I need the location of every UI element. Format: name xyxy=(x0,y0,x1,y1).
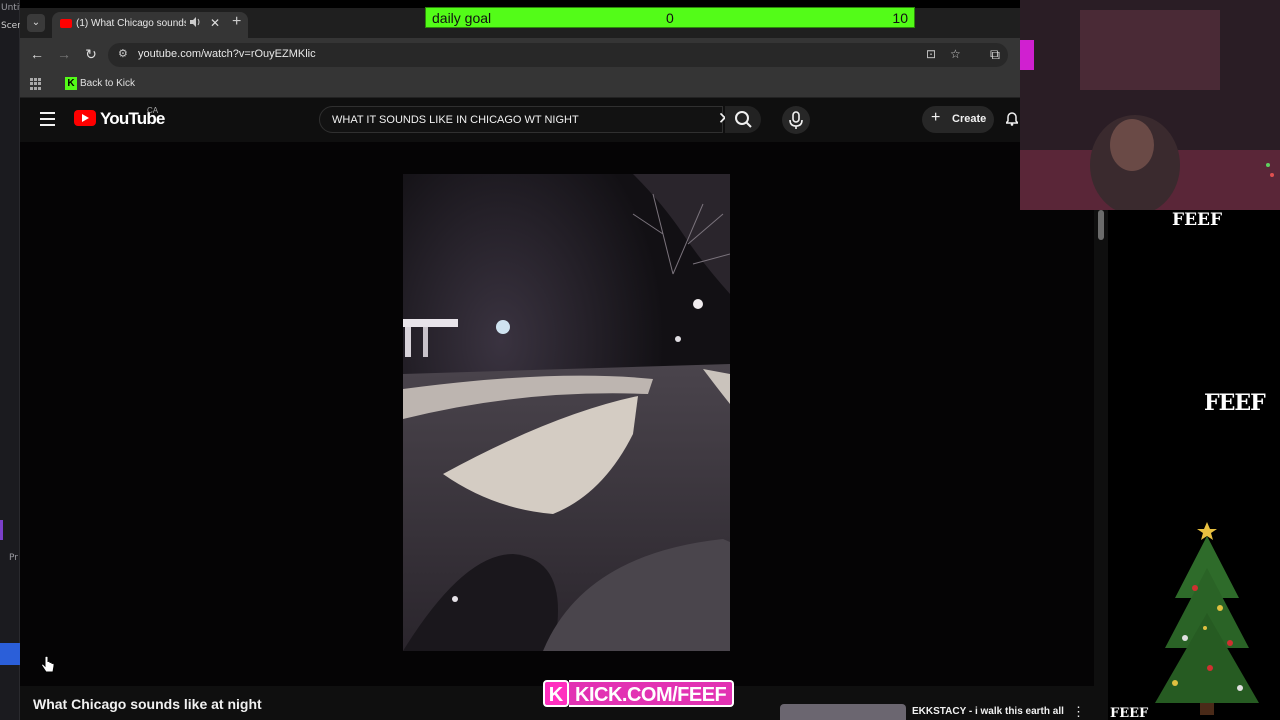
page-scrollbar[interactable] xyxy=(1098,210,1104,240)
browser-toolbar: ← → ↻ ⚙ youtube.com/watch?v=rOuyEZMKlic … xyxy=(20,38,1020,72)
search-box[interactable]: ✕ xyxy=(319,106,732,133)
speaker-icon[interactable] xyxy=(190,17,201,30)
daily-goal-current: 0 xyxy=(666,10,674,26)
desktop-selected-item[interactable] xyxy=(0,643,20,665)
hand-cursor-icon xyxy=(41,656,55,673)
kick-logo-icon: K xyxy=(543,680,569,707)
search-input[interactable] xyxy=(332,112,692,128)
webcam-overlay xyxy=(1020,0,1280,210)
daily-goal-label: daily goal xyxy=(432,10,492,26)
desktop-left-strip: Untitled Scen Pr xyxy=(0,0,20,720)
browser-tab-active[interactable]: (1) What Chicago sounds li ✕ xyxy=(52,12,248,38)
youtube-favicon-icon xyxy=(60,19,72,28)
address-url[interactable]: youtube.com/watch?v=rOuyEZMKlic xyxy=(138,48,316,60)
feef-logo-bottom: FEEF xyxy=(1110,706,1149,720)
create-button[interactable]: + Create xyxy=(922,106,994,133)
feef-logo-top: FEEF xyxy=(1172,210,1223,230)
bookmarks-bar: K Back to Kick xyxy=(20,72,1020,98)
youtube-country-code: CA xyxy=(147,106,159,115)
tab-title: (1) What Chicago sounds li xyxy=(76,18,186,29)
night-street-video-still xyxy=(403,174,730,651)
feef-logo-middle: FEEF xyxy=(1204,390,1266,416)
daily-goal-target: 10 xyxy=(892,10,908,26)
back-arrow-icon[interactable]: ← xyxy=(28,46,46,62)
suggested-video-thumbnail[interactable] xyxy=(780,704,906,720)
youtube-logo-icon[interactable] xyxy=(74,110,96,126)
install-app-icon[interactable]: ⊡ xyxy=(926,47,936,61)
youtube-page: YouTube CA ✕ + Create xyxy=(20,98,1108,720)
voice-search-button[interactable] xyxy=(782,106,810,134)
kick-bookmark-icon: K xyxy=(65,77,77,90)
desktop-fragment-untitled: Untitled xyxy=(1,3,20,13)
create-label: Create xyxy=(952,113,987,125)
forward-arrow-icon[interactable]: → xyxy=(55,46,73,62)
extensions-puzzle-icon[interactable]: ⧉ xyxy=(986,46,1004,63)
stream-overlay-panel: FEEF FEEF FEEF xyxy=(1108,210,1280,720)
notifications-bell-icon[interactable] xyxy=(1004,110,1020,131)
bookmark-star-icon[interactable]: ☆ xyxy=(950,47,961,61)
site-info-icon[interactable]: ⚙ xyxy=(118,47,128,60)
tab-search-chevron-icon[interactable]: ⌄ xyxy=(27,14,45,32)
search-button[interactable] xyxy=(725,106,761,133)
kick-url-text: KICK.COM/FEEF xyxy=(569,680,735,707)
video-title: What Chicago sounds like at night xyxy=(33,696,262,712)
apps-grid-icon[interactable] xyxy=(30,78,42,90)
microphone-icon xyxy=(789,111,803,129)
address-bar[interactable]: ⚙ youtube.com/watch?v=rOuyEZMKlic ⊡ ☆ xyxy=(108,43,1008,67)
webcam-feed-image xyxy=(1020,0,1280,210)
youtube-masthead: YouTube CA ✕ + Create xyxy=(20,98,1020,142)
search-icon xyxy=(735,111,752,128)
video-player[interactable] xyxy=(20,142,1094,686)
bookmark-back-to-kick[interactable]: Back to Kick xyxy=(80,78,135,89)
video-frame[interactable] xyxy=(403,174,730,651)
menu-hamburger-icon[interactable] xyxy=(40,112,55,130)
tab-close-icon[interactable]: ✕ xyxy=(210,16,220,30)
reload-icon[interactable]: ↻ xyxy=(82,46,100,63)
new-tab-plus-icon[interactable]: + xyxy=(232,13,241,31)
daily-goal-bar: daily goal 0 10 xyxy=(425,7,915,28)
suggested-video-title[interactable]: EKKSTACY - i walk this earth all xyxy=(912,706,1064,717)
more-options-icon[interactable]: ⋮ xyxy=(1072,704,1085,720)
desktop-fragment-scene: Scen xyxy=(1,21,20,31)
christmas-tree-icon xyxy=(1155,522,1259,715)
desktop-purple-marker xyxy=(0,520,3,540)
plus-icon: + xyxy=(931,109,941,126)
